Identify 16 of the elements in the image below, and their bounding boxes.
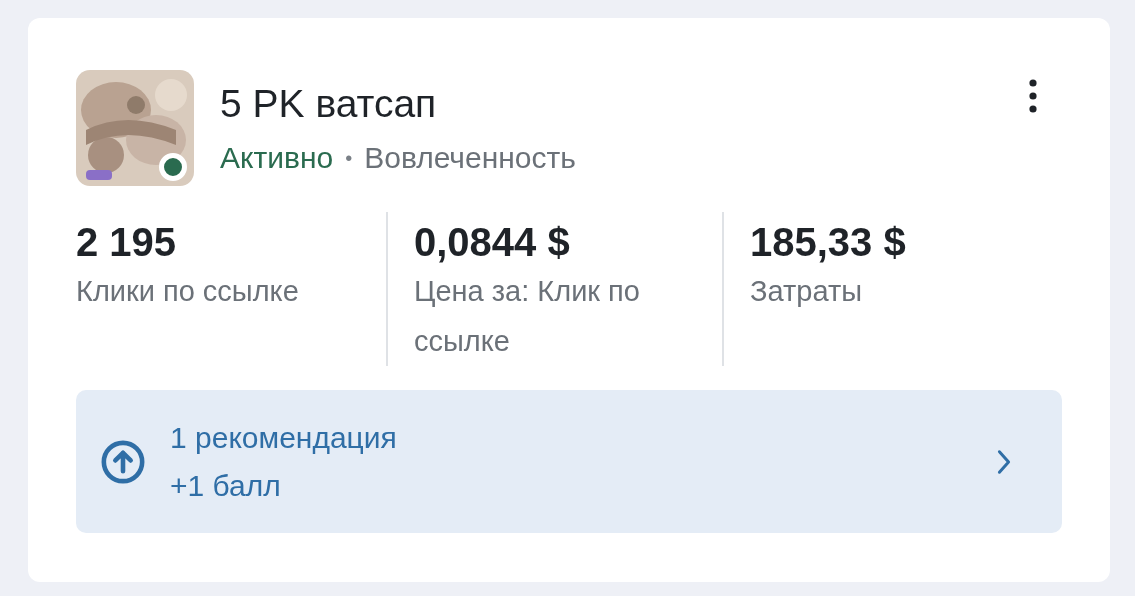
metric-label: Цена за: Клик по ссылке bbox=[414, 274, 641, 359]
metric-value: 2 195 bbox=[76, 219, 178, 266]
status-label: Активно bbox=[220, 140, 334, 176]
recommendation-title: 1 рекомендация bbox=[170, 419, 398, 456]
arrow-up-circle-icon bbox=[100, 438, 146, 485]
metric-value: 185,33 $ bbox=[750, 219, 907, 266]
ad-title: 5 PK ватсап bbox=[220, 81, 438, 127]
metric-value: 0,0844 $ bbox=[414, 219, 571, 266]
more-icon[interactable] bbox=[1028, 79, 1038, 113]
recommendation-banner[interactable]: 1 рекомендация +1 балл bbox=[76, 390, 1062, 533]
goal-label: Вовлеченность bbox=[364, 140, 576, 176]
chevron-right-icon bbox=[996, 447, 1012, 476]
separator-dot: • bbox=[345, 146, 353, 171]
metric-label: Клики по ссылке bbox=[76, 274, 300, 309]
recommendation-points: +1 балл bbox=[170, 467, 282, 504]
metric-label: Затраты bbox=[750, 274, 864, 309]
